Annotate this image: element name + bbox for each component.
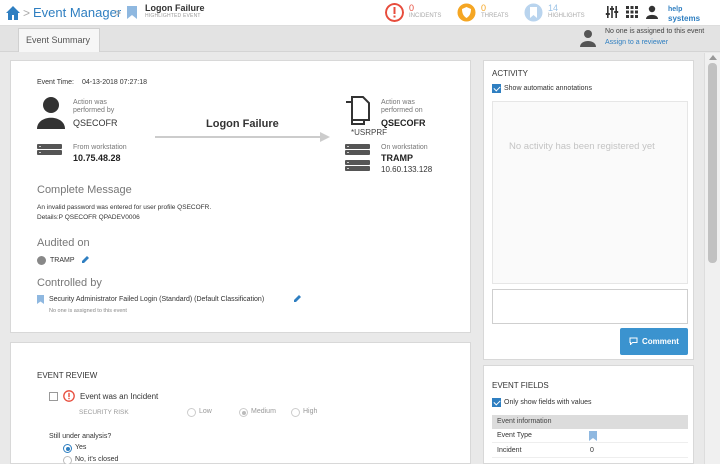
event-subtitle: HIGHLIGHTED EVENT xyxy=(145,13,201,19)
incidents-stat[interactable]: 0 INCIDENTS xyxy=(385,2,445,24)
complete-message-title: Complete Message xyxy=(37,184,132,196)
arrow-right-icon xyxy=(155,132,330,142)
scroll-up-icon[interactable] xyxy=(709,55,717,60)
field-value: 0 xyxy=(590,447,594,454)
controlled-by-note: No one is assigned to this event xyxy=(49,308,127,314)
analysis-closed-label: No, it's closed xyxy=(75,456,119,463)
analysis-closed-radio[interactable] xyxy=(63,456,72,464)
show-annotations-checkbox[interactable] xyxy=(492,84,501,93)
field-name: Incident xyxy=(497,447,522,454)
show-annotations-label: Show automatic annotations xyxy=(504,85,592,92)
performed-on-value: QSECOFR xyxy=(381,118,426,128)
bookmark-icon xyxy=(37,295,44,304)
threats-label: THREATS xyxy=(481,13,509,19)
action-name: Logon Failure xyxy=(206,118,279,130)
assignment-status: No one is assigned to this event xyxy=(605,28,705,35)
top-bar: > Event Manager > Logon Failure HIGHLIGH… xyxy=(0,0,720,26)
event-info-section-header[interactable]: Event information xyxy=(492,415,688,429)
comment-button-label: Comment xyxy=(642,337,679,346)
bookmark-icon xyxy=(589,431,597,441)
controlled-by-value: Security Administrator Failed Login (Sta… xyxy=(49,296,265,303)
user-icon[interactable] xyxy=(645,5,659,19)
on-workstation-ip: 10.60.133.128 xyxy=(381,165,433,174)
chevron-right-icon: > xyxy=(114,6,122,20)
pencil-icon[interactable] xyxy=(293,294,302,303)
controlled-by-title: Controlled by xyxy=(37,277,102,289)
home-icon[interactable] xyxy=(5,5,21,21)
complete-message-line1: An invalid password was entered for user… xyxy=(37,204,212,211)
analysis-yes-radio[interactable] xyxy=(63,444,72,453)
incident-checkbox[interactable] xyxy=(49,392,58,401)
assign-reviewer-link[interactable]: Assign to a reviewer xyxy=(605,39,668,46)
incidents-count: 0 xyxy=(409,3,415,13)
copy-document-icon xyxy=(346,96,370,125)
from-workstation-value: 10.75.48.28 xyxy=(73,153,121,163)
server-icon xyxy=(345,160,370,173)
table-row: Event Type xyxy=(492,429,688,443)
user-icon xyxy=(37,97,65,129)
activity-empty-text: No activity has been registered yet xyxy=(509,141,655,152)
server-icon xyxy=(37,144,62,157)
highlights-label: HIGHLIGHTS xyxy=(548,13,585,19)
event-review-title: EVENT REVIEW xyxy=(37,371,98,380)
helpsystems-logo: help systems xyxy=(668,6,701,23)
tab-bar: Event Summary No one is assigned to this… xyxy=(0,26,720,52)
performed-on-type: *USRPRF xyxy=(351,128,388,137)
activity-feed: No activity has been registered yet xyxy=(492,101,688,284)
bookmark-icon xyxy=(127,6,137,19)
app-title[interactable]: Event Manager xyxy=(33,5,121,20)
event-title: Logon Failure xyxy=(145,3,205,13)
only-values-label: Only show fields with values xyxy=(504,399,592,406)
chevron-right-icon: > xyxy=(23,6,31,20)
risk-high-radio[interactable] xyxy=(291,408,300,417)
risk-low-label: Low xyxy=(199,408,212,415)
on-workstation-value: TRAMP xyxy=(381,153,413,163)
threats-count: 0 xyxy=(481,3,487,13)
grid-menu-icon[interactable] xyxy=(625,5,639,19)
status-dot-icon xyxy=(37,256,46,265)
analysis-question: Still under analysis? xyxy=(49,433,112,440)
incidents-label: INCIDENTS xyxy=(409,13,442,19)
highlights-count: 14 xyxy=(548,3,559,13)
complete-message-line2: Details:P QSECOFR QPADEV0006 xyxy=(37,214,140,221)
on-workstation-label: On workstation xyxy=(381,144,428,151)
sliders-icon[interactable] xyxy=(605,5,619,19)
from-workstation-label: From workstation xyxy=(73,144,127,151)
threats-stat[interactable]: 0 THREATS xyxy=(457,2,517,24)
audited-on-title: Audited on xyxy=(37,237,90,249)
activity-title: ACTIVITY xyxy=(492,69,529,78)
bookmark-icon xyxy=(524,3,543,22)
event-time-label: Event Time: xyxy=(37,79,74,86)
risk-medium-radio[interactable] xyxy=(239,408,248,417)
performed-by-value: QSECOFR xyxy=(73,118,118,128)
risk-medium-label: Medium xyxy=(251,408,276,415)
security-risk-label: SECURITY RISK xyxy=(79,409,129,416)
event-fields-title: EVENT FIELDS xyxy=(492,381,549,390)
incident-label: Event was an Incident xyxy=(80,392,159,401)
highlights-stat[interactable]: 14 HIGHLIGHTS xyxy=(524,2,594,24)
shield-icon xyxy=(457,3,476,22)
alert-icon xyxy=(63,390,75,402)
comment-input[interactable] xyxy=(492,289,688,324)
server-icon xyxy=(345,144,370,157)
risk-low-radio[interactable] xyxy=(187,408,196,417)
performed-by-label: Action was performed by xyxy=(73,99,115,114)
analysis-yes-label: Yes xyxy=(75,444,87,451)
comment-button[interactable]: Comment xyxy=(620,328,688,355)
user-icon xyxy=(580,30,596,47)
scroll-thumb[interactable] xyxy=(708,63,717,263)
table-row: Incident 0 xyxy=(492,444,688,458)
performed-on-label: Action was performed on xyxy=(381,99,423,114)
risk-high-label: High xyxy=(303,408,318,415)
audited-on-value: TRAMP xyxy=(50,257,75,264)
field-name: Event Type xyxy=(497,432,532,439)
only-values-checkbox[interactable] xyxy=(492,398,501,407)
pencil-icon[interactable] xyxy=(81,255,90,264)
chat-icon xyxy=(629,337,638,345)
page-scrollbar[interactable] xyxy=(704,53,720,464)
tab-event-summary[interactable]: Event Summary xyxy=(18,28,100,52)
event-time-value: 04-13-2018 07:27:18 xyxy=(82,79,147,86)
alert-icon xyxy=(385,3,404,22)
